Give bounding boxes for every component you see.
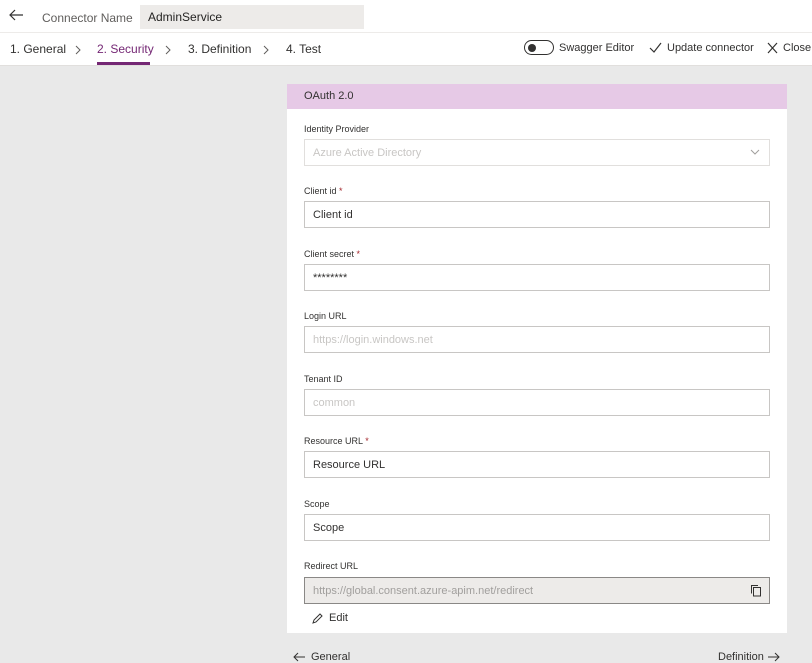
back-arrow-icon[interactable] [7,6,25,24]
panel-title: OAuth 2.0 [287,84,787,109]
chevron-down-icon [750,149,760,155]
next-step-button[interactable]: Definition [718,651,764,663]
close-button[interactable]: Close [783,42,811,54]
client-id-label-text: Client id [304,186,337,196]
required-marker: * [356,249,361,259]
tab-test[interactable]: 4. Test [286,42,321,56]
checkmark-icon [649,42,662,53]
identity-provider-value: Azure Active Directory [313,147,422,159]
chevron-right-icon [165,45,171,55]
required-marker: * [339,186,343,196]
tab-security[interactable]: 2. Security [97,42,154,56]
redirect-url-label: Redirect URL [304,561,359,571]
connector-name-input[interactable]: AdminService [140,5,364,29]
update-connector-button[interactable]: Update connector [667,42,754,54]
resource-url-label: Resource URL * [304,436,369,446]
edit-button[interactable]: Edit [329,612,348,624]
required-marker: * [365,436,369,446]
tab-definition[interactable]: 3. Definition [188,42,251,56]
client-id-label: Client id * [304,186,343,196]
client-secret-label-text: Client secret [304,249,355,259]
identity-provider-label: Identity Provider [304,124,370,134]
client-id-input[interactable]: Client id [304,201,770,228]
oauth-panel: OAuth 2.0 Identity Provider Azure Active… [287,84,787,633]
active-tab-indicator [97,62,150,65]
tenant-id-input[interactable]: common [304,389,770,416]
client-secret-input[interactable]: ******** [304,264,770,291]
toggle-knob [528,43,536,52]
swagger-editor-label[interactable]: Swagger Editor [559,42,634,54]
tenant-id-label: Tenant ID [304,374,343,384]
pencil-icon[interactable] [311,612,324,625]
resource-url-input[interactable]: Resource URL [304,451,770,478]
copy-icon[interactable] [750,584,762,597]
swagger-editor-toggle[interactable] [524,40,554,55]
close-icon [767,42,778,54]
tab-general[interactable]: 1. General [10,42,66,56]
previous-step-button[interactable]: General [311,651,350,663]
connector-header: Connector Name AdminService 1. General 2… [0,0,812,66]
chevron-right-icon [75,45,81,55]
login-url-input[interactable]: https://login.windows.net [304,326,770,353]
resource-url-label-text: Resource URL [304,436,363,446]
redirect-url-field: https://global.consent.azure-apim.net/re… [304,577,770,604]
arrow-right-icon [768,652,780,662]
scope-input[interactable]: Scope [304,514,770,541]
arrow-left-icon [293,652,305,662]
redirect-url-value: https://global.consent.azure-apim.net/re… [313,585,534,597]
identity-provider-select[interactable]: Azure Active Directory [304,139,770,166]
login-url-label: Login URL [304,311,347,321]
scope-label: Scope [304,499,330,509]
client-secret-label: Client secret * [304,249,360,259]
chevron-right-icon [263,45,269,55]
connector-name-label: Connector Name [42,11,133,25]
